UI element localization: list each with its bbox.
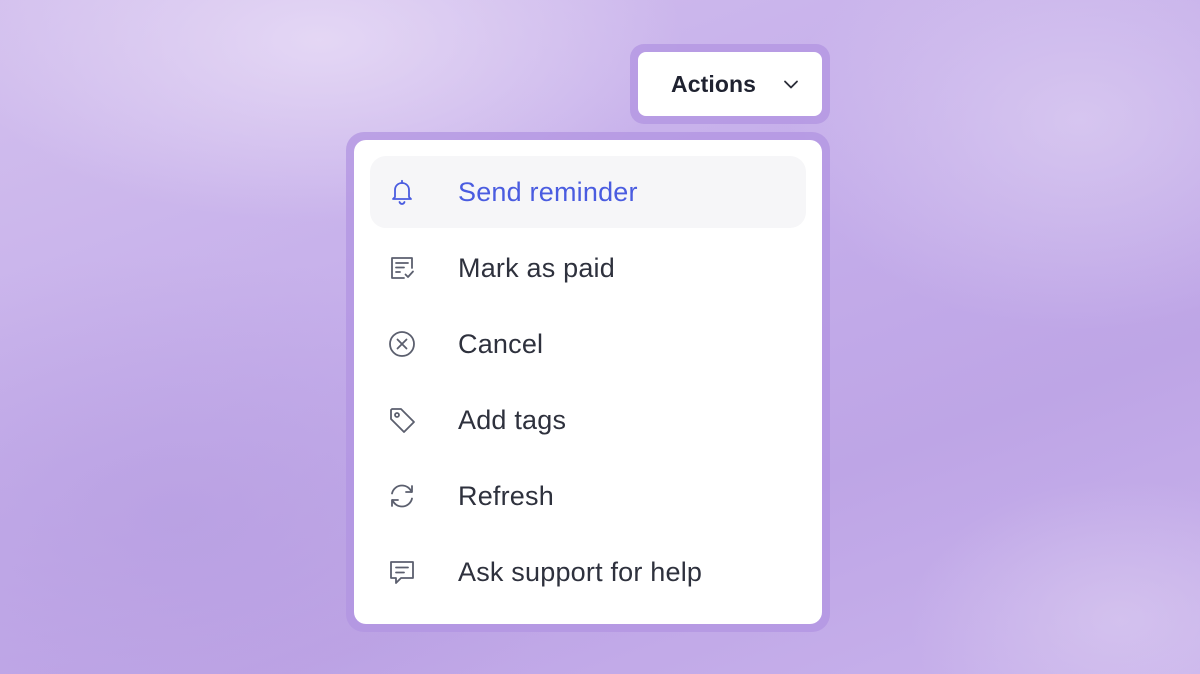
menu-item-label: Add tags bbox=[458, 404, 567, 435]
receipt-check-icon bbox=[386, 252, 418, 284]
menu-item-mark-as-paid[interactable]: Mark as paid bbox=[370, 232, 806, 304]
actions-button[interactable]: Actions bbox=[638, 52, 822, 116]
tag-icon bbox=[386, 404, 418, 436]
actions-menu-frame: Send reminder Mark as paid Cancel Add ta… bbox=[346, 132, 830, 632]
actions-dropdown-frame: Actions bbox=[630, 44, 830, 124]
actions-label: Actions bbox=[671, 70, 757, 97]
bell-icon bbox=[386, 176, 418, 208]
actions-menu: Send reminder Mark as paid Cancel Add ta… bbox=[354, 140, 822, 624]
message-icon bbox=[386, 556, 418, 588]
menu-item-cancel[interactable]: Cancel bbox=[370, 308, 806, 380]
menu-item-label: Send reminder bbox=[458, 176, 638, 207]
menu-item-send-reminder[interactable]: Send reminder bbox=[370, 156, 806, 228]
menu-item-label: Mark as paid bbox=[458, 252, 615, 283]
menu-item-add-tags[interactable]: Add tags bbox=[370, 384, 806, 456]
menu-item-refresh[interactable]: Refresh bbox=[370, 460, 806, 532]
circle-x-icon bbox=[386, 328, 418, 360]
refresh-icon bbox=[386, 480, 418, 512]
menu-item-label: Cancel bbox=[458, 328, 544, 359]
menu-item-label: Refresh bbox=[458, 480, 554, 511]
menu-item-label: Ask support for help bbox=[458, 556, 703, 587]
menu-item-ask-support[interactable]: Ask support for help bbox=[370, 536, 806, 608]
chevron-down-icon bbox=[782, 75, 800, 93]
